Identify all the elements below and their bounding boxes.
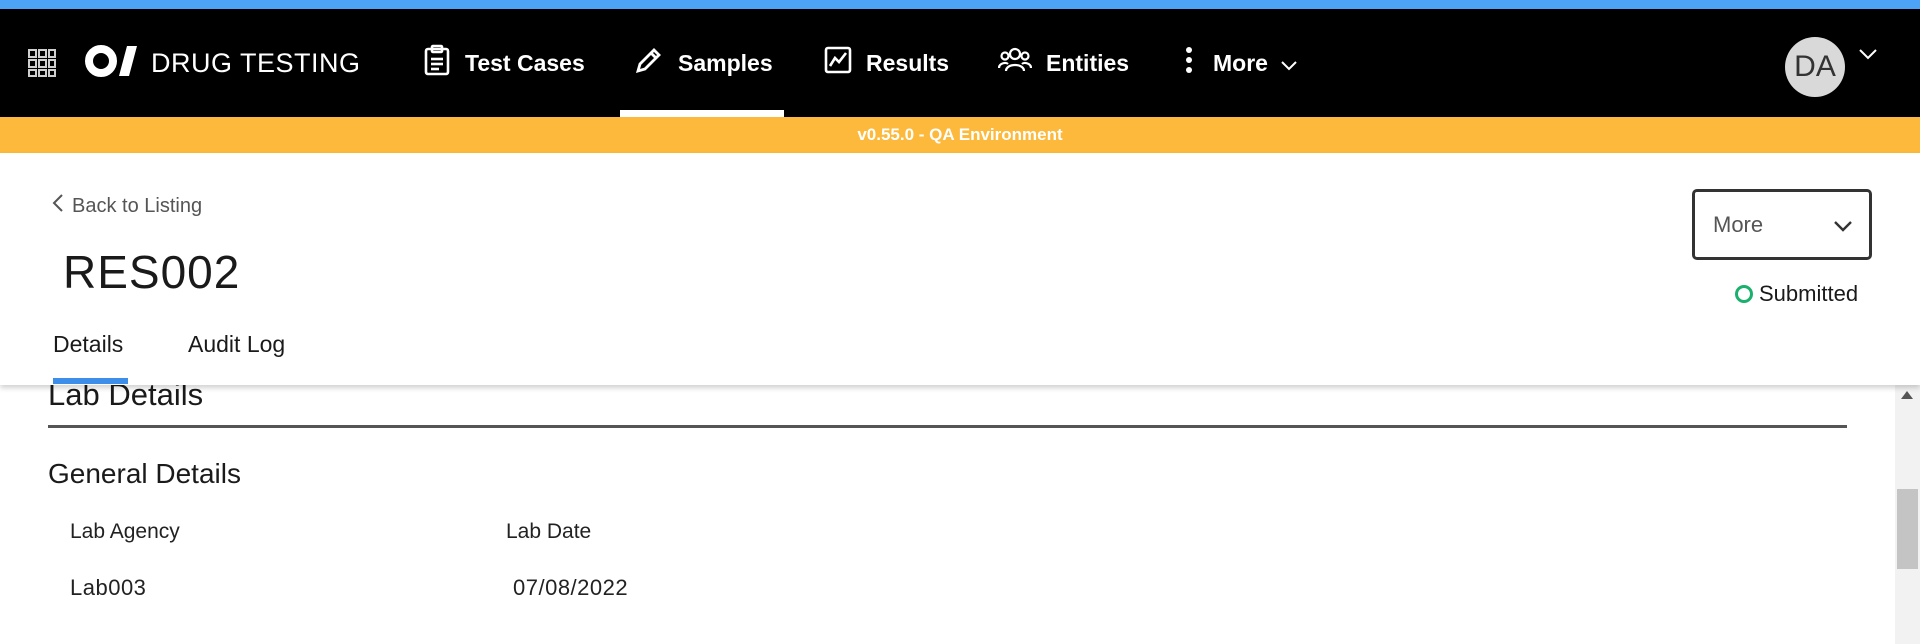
- top-accent-strip: [0, 0, 1920, 9]
- chevron-down-icon: [1833, 212, 1853, 238]
- nav-item-label: Results: [866, 49, 950, 76]
- more-select-value: More: [1713, 211, 1764, 237]
- app-launcher-icon[interactable]: [28, 49, 56, 77]
- clipboard-icon: [423, 44, 465, 82]
- scrollbar-thumb[interactable]: [1897, 489, 1918, 569]
- lab-agency-value: Lab003: [70, 575, 147, 600]
- nav-samples[interactable]: Samples: [634, 39, 773, 87]
- pen-icon: [634, 45, 678, 81]
- section-divider: [48, 425, 1847, 428]
- chart-line-icon: [824, 46, 866, 80]
- back-link-label: Back to Listing: [72, 194, 203, 217]
- nav-results[interactable]: Results: [824, 39, 949, 87]
- scroll-up-arrow-icon[interactable]: [1901, 391, 1913, 399]
- nav-active-indicator: [620, 110, 784, 117]
- lab-agency-label: Lab Agency: [70, 520, 180, 543]
- nav-item-label: More: [1213, 49, 1268, 76]
- status-dot-icon: [1735, 285, 1753, 303]
- nav-more[interactable]: More: [1185, 39, 1312, 87]
- tab-details[interactable]: Details: [53, 331, 123, 358]
- app-brand[interactable]: DRUG TESTING: [85, 43, 361, 83]
- details-content: Lab Details General Details Lab Agency L…: [0, 385, 1895, 644]
- environment-banner: v0.55.0 - QA Environment: [0, 117, 1920, 153]
- nav-test-cases[interactable]: Test Cases: [423, 39, 585, 87]
- kebab-icon: [1185, 46, 1207, 80]
- app-logo-icon: [85, 44, 137, 83]
- lab-date-label: Lab Date: [506, 520, 592, 543]
- status-badge: Submitted: [1735, 281, 1872, 307]
- more-actions-select[interactable]: More: [1692, 189, 1872, 260]
- nav-entities[interactable]: Entities: [997, 39, 1130, 87]
- back-to-listing-link[interactable]: Back to Listing: [52, 193, 202, 219]
- nav-item-label: Entities: [1046, 49, 1130, 76]
- nav-item-label: Samples: [678, 49, 773, 76]
- app-title: DRUG TESTING: [151, 47, 361, 78]
- user-avatar[interactable]: DA: [1785, 37, 1845, 97]
- nav-item-label: Test Cases: [465, 49, 585, 76]
- status-label: Submitted: [1759, 281, 1859, 306]
- users-icon: [997, 46, 1046, 80]
- section-title: Lab Details: [48, 385, 204, 412]
- tab-active-indicator: [53, 378, 128, 384]
- chevron-left-icon: [52, 193, 72, 219]
- tab-audit-log[interactable]: Audit Log: [188, 331, 285, 358]
- page-title: RES002: [63, 246, 241, 298]
- record-header: Back to Listing RES002 Details Audit Log…: [0, 153, 1920, 385]
- lab-date-value: 07/08/2022: [513, 575, 629, 600]
- subsection-title: General Details: [48, 458, 241, 489]
- user-menu-chevron-icon[interactable]: [1858, 47, 1878, 66]
- chevron-down-icon: [1280, 50, 1312, 77]
- top-navbar: DRUG TESTING Test Cases Samples Results: [0, 9, 1920, 117]
- content-scrollbar[interactable]: [1895, 385, 1920, 644]
